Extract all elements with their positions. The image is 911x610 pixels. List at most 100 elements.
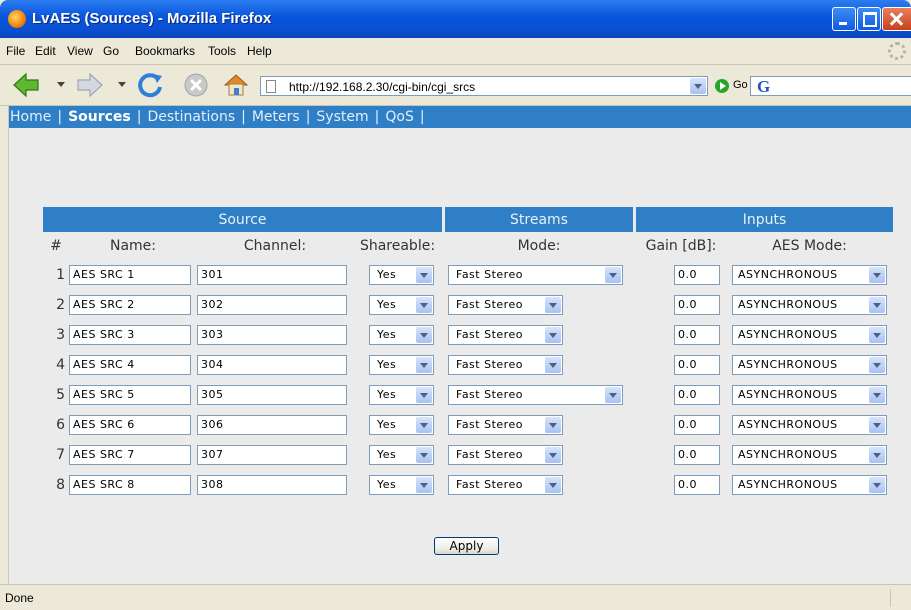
source-channel-input[interactable]: 304 [197, 355, 347, 375]
chevron-down-icon[interactable] [869, 477, 885, 493]
source-name-input[interactable]: AES SRC 8 [69, 475, 191, 495]
chevron-down-icon[interactable] [869, 387, 885, 403]
chevron-down-icon[interactable] [416, 447, 432, 463]
back-history-dropdown[interactable] [57, 82, 65, 87]
nav-destinations[interactable]: Destinations [147, 109, 235, 125]
aes-mode-select[interactable]: ASYNCHRONOUS [732, 325, 887, 345]
search-box[interactable]: G [750, 76, 911, 96]
chevron-down-icon[interactable] [605, 267, 621, 283]
source-channel-input[interactable]: 305 [197, 385, 347, 405]
home-icon[interactable] [222, 71, 250, 99]
chevron-down-icon[interactable] [545, 447, 561, 463]
source-name-input[interactable]: AES SRC 4 [69, 355, 191, 375]
resize-grip[interactable] [890, 589, 909, 607]
stop-icon[interactable] [182, 71, 210, 99]
source-name-input[interactable]: AES SRC 7 [69, 445, 191, 465]
forward-arrow-icon[interactable] [76, 71, 104, 99]
source-channel-input[interactable]: 301 [197, 265, 347, 285]
source-channel-input[interactable]: 308 [197, 475, 347, 495]
chevron-down-icon[interactable] [869, 447, 885, 463]
shareable-select[interactable]: Yes [369, 385, 434, 405]
minimize-button[interactable] [832, 7, 856, 31]
menu-go[interactable]: Go [103, 44, 119, 58]
forward-history-dropdown[interactable] [118, 82, 126, 87]
menu-edit[interactable]: Edit [35, 44, 56, 58]
nav-system[interactable]: System [316, 109, 368, 125]
gain-input[interactable]: 0.0 [674, 295, 720, 315]
url-text[interactable]: http://192.168.2.30/cgi-bin/cgi_srcs [289, 80, 475, 94]
address-bar[interactable]: http://192.168.2.30/cgi-bin/cgi_srcs [260, 76, 708, 96]
chevron-down-icon[interactable] [869, 357, 885, 373]
chevron-down-icon[interactable] [869, 327, 885, 343]
chevron-down-icon[interactable] [416, 477, 432, 493]
go-button-label[interactable]: Go [733, 79, 748, 91]
chevron-down-icon[interactable] [605, 387, 621, 403]
chevron-down-icon[interactable] [869, 267, 885, 283]
stream-mode-select[interactable]: Fast Stereo [448, 355, 563, 375]
reload-icon[interactable] [136, 71, 164, 99]
source-name-input[interactable]: AES SRC 5 [69, 385, 191, 405]
chevron-down-icon[interactable] [545, 357, 561, 373]
aes-mode-select[interactable]: ASYNCHRONOUS [732, 415, 887, 435]
shareable-select[interactable]: Yes [369, 265, 434, 285]
nav-home[interactable]: Home [10, 109, 51, 125]
nav-meters[interactable]: Meters [252, 109, 300, 125]
back-arrow-icon[interactable] [12, 71, 40, 99]
stream-mode-select[interactable]: Fast Stereo [448, 445, 563, 465]
aes-mode-select[interactable]: ASYNCHRONOUS [732, 385, 887, 405]
url-history-dropdown[interactable] [690, 78, 706, 94]
source-channel-input[interactable]: 303 [197, 325, 347, 345]
stream-mode-select[interactable]: Fast Stereo [448, 265, 623, 285]
menu-file[interactable]: File [6, 44, 25, 58]
chevron-down-icon[interactable] [416, 267, 432, 283]
chevron-down-icon[interactable] [545, 327, 561, 343]
gain-input[interactable]: 0.0 [674, 265, 720, 285]
chevron-down-icon[interactable] [416, 417, 432, 433]
menu-view[interactable]: View [67, 44, 93, 58]
menu-help[interactable]: Help [247, 44, 272, 58]
chevron-down-icon[interactable] [545, 417, 561, 433]
source-channel-input[interactable]: 306 [197, 415, 347, 435]
chevron-down-icon[interactable] [416, 387, 432, 403]
chevron-down-icon[interactable] [416, 297, 432, 313]
nav-qos[interactable]: QoS [385, 109, 413, 125]
aes-mode-select[interactable]: ASYNCHRONOUS [732, 445, 887, 465]
gain-input[interactable]: 0.0 [674, 475, 720, 495]
chevron-down-icon[interactable] [869, 417, 885, 433]
source-name-input[interactable]: AES SRC 6 [69, 415, 191, 435]
aes-mode-select[interactable]: ASYNCHRONOUS [732, 475, 887, 495]
source-name-input[interactable]: AES SRC 2 [69, 295, 191, 315]
close-button[interactable] [882, 7, 911, 31]
source-name-input[interactable]: AES SRC 1 [69, 265, 191, 285]
shareable-select[interactable]: Yes [369, 415, 434, 435]
source-name-input[interactable]: AES SRC 3 [69, 325, 191, 345]
shareable-select[interactable]: Yes [369, 325, 434, 345]
menu-bookmarks[interactable]: Bookmarks [135, 44, 195, 58]
stream-mode-select[interactable]: Fast Stereo [448, 385, 623, 405]
menu-tools[interactable]: Tools [208, 44, 236, 58]
gain-input[interactable]: 0.0 [674, 415, 720, 435]
chevron-down-icon[interactable] [869, 297, 885, 313]
go-icon[interactable] [715, 79, 729, 93]
nav-sources[interactable]: Sources [68, 109, 131, 125]
aes-mode-select[interactable]: ASYNCHRONOUS [732, 295, 887, 315]
chevron-down-icon[interactable] [416, 357, 432, 373]
gain-input[interactable]: 0.0 [674, 355, 720, 375]
gain-input[interactable]: 0.0 [674, 325, 720, 345]
shareable-select[interactable]: Yes [369, 355, 434, 375]
gain-input[interactable]: 0.0 [674, 385, 720, 405]
chevron-down-icon[interactable] [545, 477, 561, 493]
chevron-down-icon[interactable] [416, 327, 432, 343]
shareable-select[interactable]: Yes [369, 295, 434, 315]
source-channel-input[interactable]: 302 [197, 295, 347, 315]
apply-button[interactable]: Apply [434, 537, 499, 555]
gain-input[interactable]: 0.0 [674, 445, 720, 465]
aes-mode-select[interactable]: ASYNCHRONOUS [732, 265, 887, 285]
stream-mode-select[interactable]: Fast Stereo [448, 475, 563, 495]
shareable-select[interactable]: Yes [369, 475, 434, 495]
aes-mode-select[interactable]: ASYNCHRONOUS [732, 355, 887, 375]
stream-mode-select[interactable]: Fast Stereo [448, 325, 563, 345]
stream-mode-select[interactable]: Fast Stereo [448, 295, 563, 315]
stream-mode-select[interactable]: Fast Stereo [448, 415, 563, 435]
chevron-down-icon[interactable] [545, 297, 561, 313]
